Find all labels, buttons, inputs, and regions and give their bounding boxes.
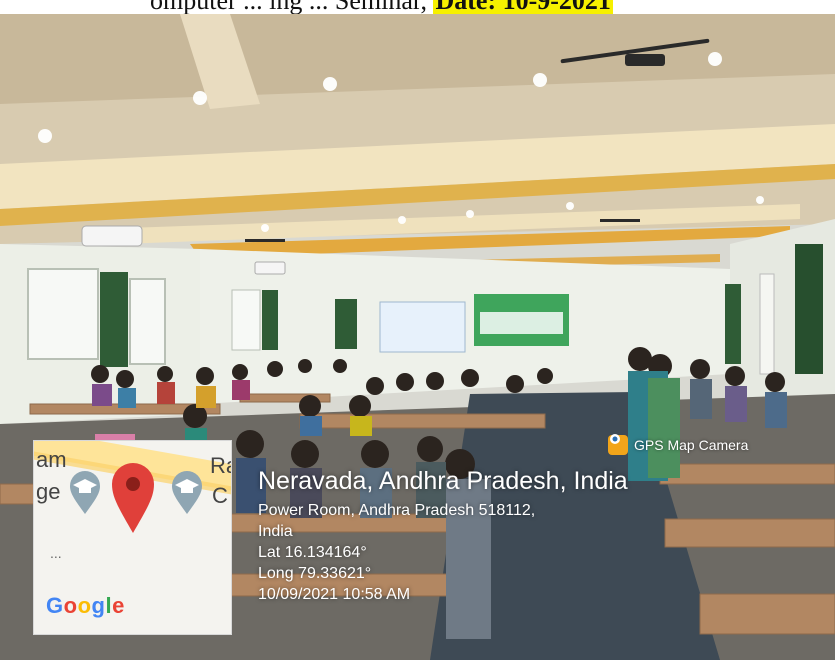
longitude: Long 79.33621° [258,565,372,582]
gps-camera-icon [608,434,628,455]
school-cap-icon-right [172,471,202,514]
map-label-left-mid: ge [36,479,61,504]
location-info: Neravada, Andhra Pradesh, India Power Ro… [258,466,628,605]
map-thumbnail: am ge Ra C ... Google [33,440,232,635]
latitude: Lat 16.134164° [258,544,367,561]
location-pin-icon [112,463,154,533]
place-name: Neravada, Andhra Pradesh, India [258,467,628,495]
map-label-right-mid: C [212,483,228,508]
map-label-right-top: Ra [210,453,231,478]
address-line2: India [258,523,293,540]
map-label-left-top: am [36,447,67,472]
caption-partial: omputer ... ing ... Seminar, [150,0,427,14]
google-logo: Google [46,593,125,618]
map-dots: ... [50,545,62,561]
gps-app-label: GPS Map Camera [634,437,749,453]
caption-text: omputer ... ing ... Seminar, Date: 10-9-… [150,0,613,14]
datetime: 10/09/2021 10:58 AM [258,586,411,603]
gps-map-camera-badge: GPS Map Camera [608,432,748,458]
caption-strip: omputer ... ing ... Seminar, Date: 10-9-… [0,0,835,14]
address-line1: Power Room, Andhra Pradesh 518112, [258,502,536,519]
school-cap-icon [70,471,100,514]
caption-date-highlight: Date: 10-9-2021 [433,0,613,14]
